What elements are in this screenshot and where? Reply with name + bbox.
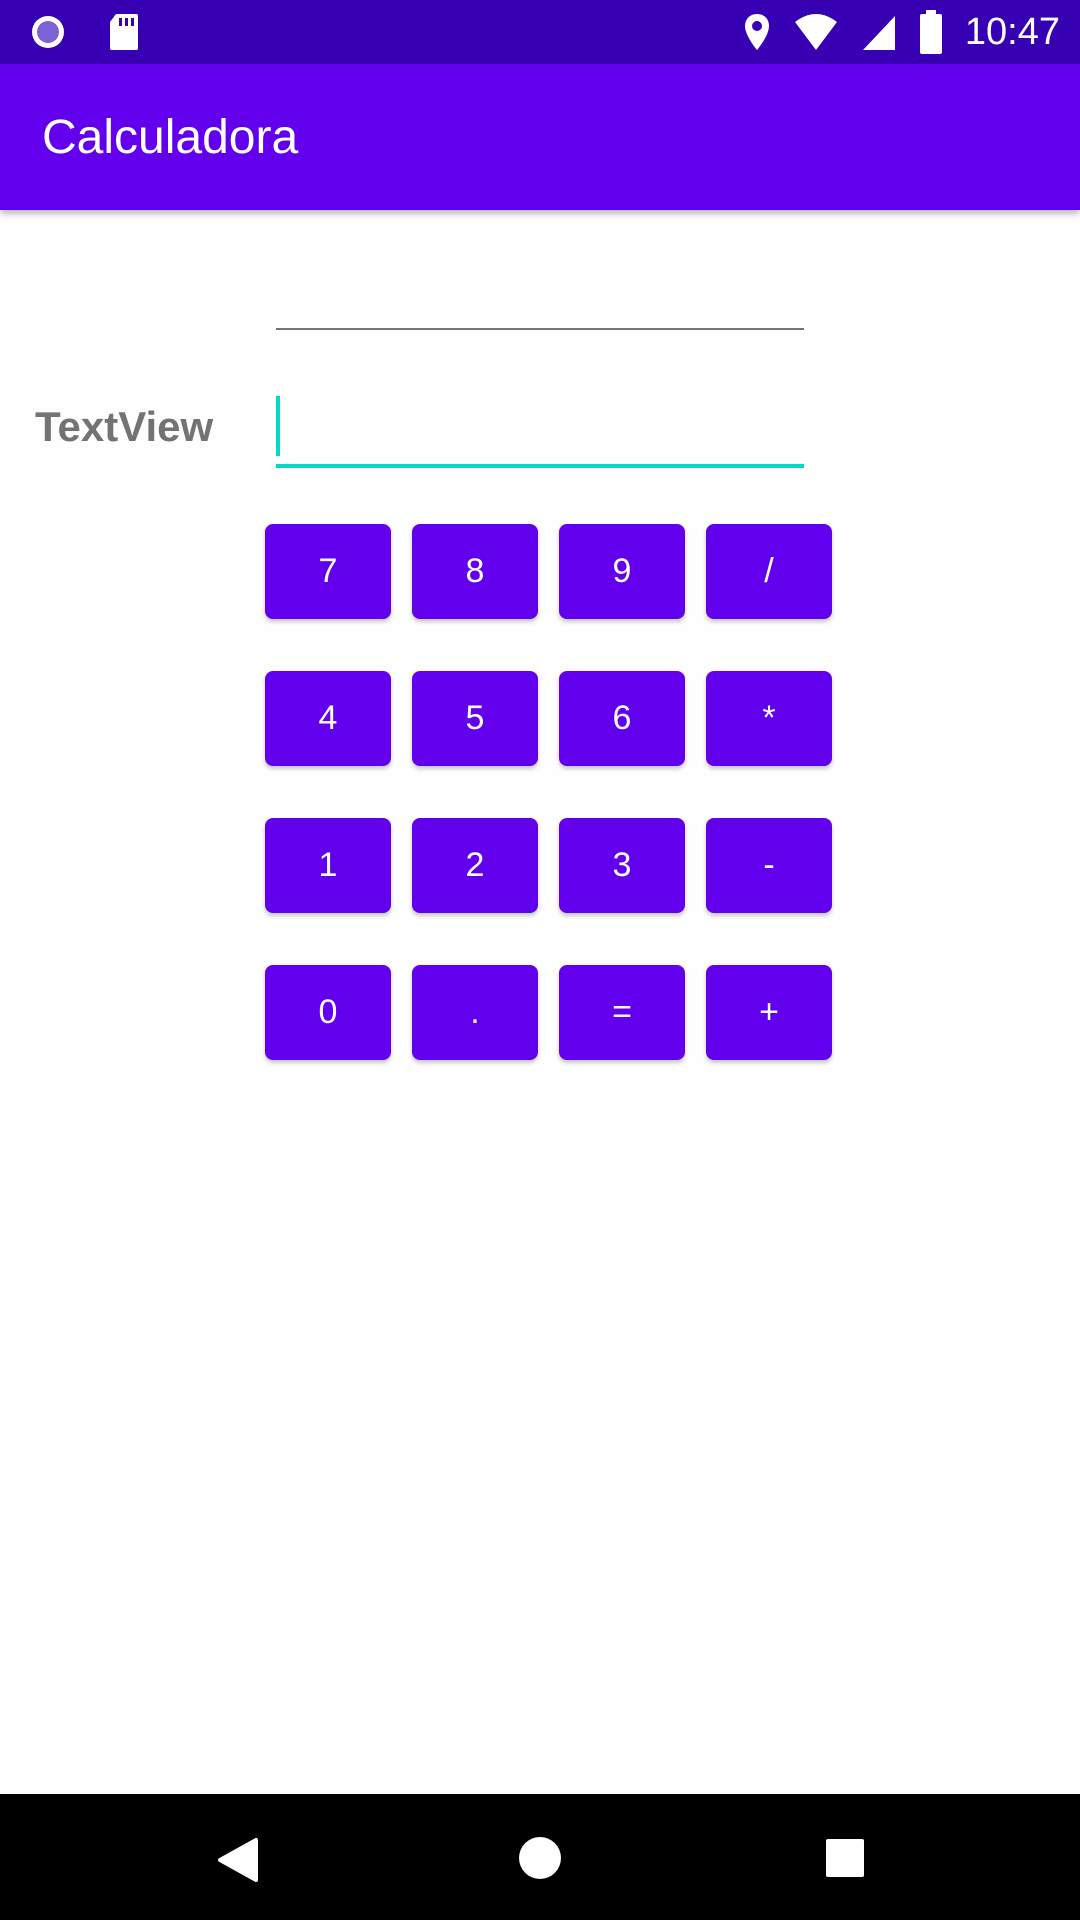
wifi-icon <box>793 12 839 52</box>
key-1[interactable]: 1 <box>265 818 391 913</box>
key-equals[interactable]: = <box>559 965 685 1060</box>
operand-input[interactable] <box>276 262 804 330</box>
navigation-bar <box>0 1794 1080 1920</box>
text-cursor <box>276 396 280 456</box>
key-multiply[interactable]: * <box>706 671 832 766</box>
back-icon[interactable] <box>216 1836 260 1884</box>
home-icon[interactable] <box>518 1836 562 1880</box>
status-time: 10:47 <box>964 11 1060 53</box>
sd-card-icon <box>108 12 140 52</box>
key-2[interactable]: 2 <box>412 818 538 913</box>
app-bar: Calculadora <box>0 64 1080 210</box>
key-3[interactable]: 3 <box>559 818 685 913</box>
key-divide[interactable]: / <box>706 524 832 619</box>
status-bar: 10:47 <box>0 0 1080 64</box>
key-7[interactable]: 7 <box>265 524 391 619</box>
key-subtract[interactable]: - <box>706 818 832 913</box>
key-decimal[interactable]: . <box>412 965 538 1060</box>
key-0[interactable]: 0 <box>265 965 391 1060</box>
recents-icon[interactable] <box>825 1838 865 1878</box>
key-9[interactable]: 9 <box>559 524 685 619</box>
app-title: Calculadora <box>42 111 299 164</box>
key-8[interactable]: 8 <box>412 524 538 619</box>
signal-icon <box>861 12 897 52</box>
key-6[interactable]: 6 <box>559 671 685 766</box>
circle-indicator-icon <box>28 12 68 52</box>
key-4[interactable]: 4 <box>265 671 391 766</box>
calculator-screen: 10:47 Calculadora TextView 7 8 9 / 4 5 6… <box>0 0 1080 1920</box>
key-add[interactable]: + <box>706 965 832 1060</box>
result-textview: TextView <box>35 403 214 450</box>
expression-input[interactable] <box>276 392 804 468</box>
battery-icon <box>919 10 943 54</box>
location-icon <box>743 12 771 52</box>
key-5[interactable]: 5 <box>412 671 538 766</box>
